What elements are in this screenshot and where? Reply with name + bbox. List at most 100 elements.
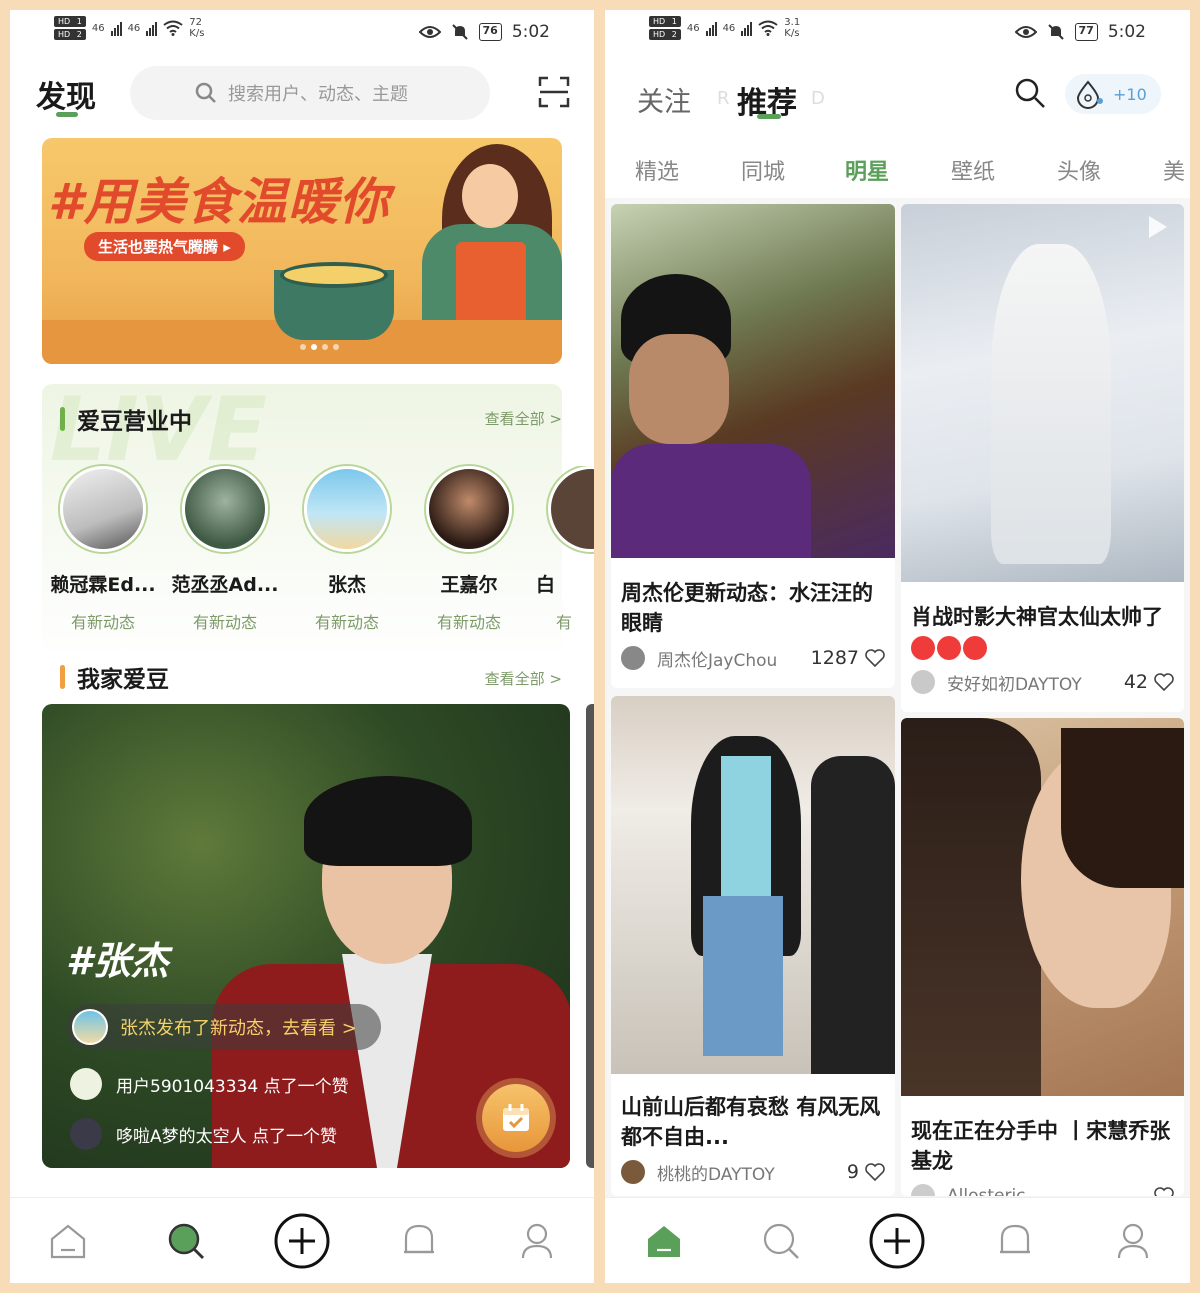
see-all-link[interactable]: 查看全部 > <box>485 408 562 429</box>
search-icon[interactable] <box>1013 76 1047 110</box>
signal-icon <box>705 20 717 36</box>
category-tab[interactable]: 壁纸 <box>951 154 995 186</box>
page-title[interactable]: 发现 <box>36 72 96 116</box>
idol-avatar-item[interactable]: 张杰 有新动态 <box>286 466 408 633</box>
carousel-dots <box>300 344 339 350</box>
illustration-soup <box>280 262 388 288</box>
card-image <box>901 204 1184 582</box>
avatar <box>304 466 390 552</box>
heart-icon[interactable] <box>865 649 885 667</box>
image-man <box>901 718 1041 1096</box>
tab-follow[interactable]: 关注 <box>637 80 691 119</box>
mute-bell-icon <box>1047 24 1064 40</box>
avatar <box>182 466 268 552</box>
heart-icon[interactable] <box>865 1163 885 1181</box>
home-icon <box>50 1224 86 1259</box>
scan-icon[interactable] <box>538 76 570 108</box>
category-tab[interactable]: 同城 <box>741 154 785 186</box>
photo-hair <box>304 776 472 866</box>
network-type-1: 46 <box>91 22 105 34</box>
idol-avatar-item[interactable]: 王嘉尔 有新动态 <box>408 466 530 633</box>
tab-profile[interactable] <box>1108 1216 1158 1266</box>
hd2-label: HD <box>651 29 668 40</box>
avatar <box>911 1184 935 1196</box>
see-all-link[interactable]: 查看全部 > <box>485 668 562 689</box>
profile-icon <box>1117 1223 1149 1259</box>
idol-avatar-item[interactable]: 白 有 <box>530 466 594 633</box>
tab-publish[interactable] <box>868 1212 926 1270</box>
energy-pill[interactable]: +10 <box>1065 74 1161 114</box>
ghost-letter: D <box>811 88 827 109</box>
section-marker <box>60 407 65 431</box>
hd2-num: 2 <box>669 29 679 40</box>
notification-icon <box>1000 1224 1030 1254</box>
tab-discover[interactable] <box>756 1216 806 1266</box>
news-pill[interactable]: 张杰发布了新动态，去看看 > <box>66 1004 381 1050</box>
idol-name: 张杰 <box>327 574 366 596</box>
sim-badges: HD 1 HD 2 <box>54 16 86 40</box>
category-tab-active[interactable]: 明星 <box>845 154 889 186</box>
section-title-my-idol: 我家爱豆 <box>60 660 169 694</box>
card-title: 山前山后都有哀愁 有风无风都不自由... <box>621 1095 881 1149</box>
tab-discover[interactable] <box>161 1216 211 1266</box>
hd2-num: 2 <box>74 29 84 40</box>
news-text: 张杰发布了新动态，去看看 > <box>120 1018 357 1039</box>
battery-indicator: 76 <box>478 23 502 41</box>
idol-status: 有新动态 <box>192 613 257 632</box>
idol-name: 王嘉尔 <box>440 574 498 596</box>
tab-notifications[interactable] <box>990 1216 1040 1266</box>
bottom-tab-bar <box>10 1197 594 1283</box>
idol-avatar-item[interactable]: 赖冠霖Ed... 有新动态 <box>42 466 164 633</box>
heart-icon[interactable] <box>1154 673 1174 691</box>
network-speed: 3.1 K/s <box>784 17 800 39</box>
speed-unit: K/s <box>189 28 205 39</box>
hd1-num: 1 <box>669 16 679 27</box>
hd2-badge: HD 2 <box>54 29 86 40</box>
hd1-badge: HD 1 <box>54 16 86 27</box>
feed-card[interactable]: 肖战时影大神官太仙太帅了 安好如初DAYTOY 42 <box>901 204 1184 712</box>
hd2-badge: HD 2 <box>649 29 681 40</box>
checkin-button[interactable] <box>482 1084 550 1152</box>
banner-subtitle[interactable]: 生活也要热气腾腾 ▸ <box>84 232 245 261</box>
category-tab[interactable]: 美 <box>1163 154 1185 186</box>
section-marker <box>60 665 65 689</box>
tab-notifications[interactable] <box>394 1216 444 1266</box>
illustration-apron <box>456 242 526 332</box>
heart-eyes-icon <box>911 636 935 660</box>
profile-icon <box>521 1223 553 1259</box>
tab-home[interactable] <box>639 1216 689 1266</box>
play-icon[interactable] <box>1146 214 1170 240</box>
tab-publish[interactable] <box>273 1212 331 1270</box>
heart-icon[interactable] <box>1154 1187 1174 1196</box>
like-activity: 哆啦A梦的太空人 点了一个赞 <box>70 1116 337 1152</box>
promo-banner[interactable]: #用美食温暖你 生活也要热气腾腾 ▸ <box>42 138 562 364</box>
card-image <box>611 696 895 1074</box>
search-input[interactable]: 搜索用户、动态、主题 <box>130 66 490 120</box>
category-tabs: 精选 同城 明星 壁纸 头像 美 <box>605 154 1190 194</box>
idol-avatar-item[interactable]: 范丞丞Ad... 有新动态 <box>164 466 286 633</box>
category-tab[interactable]: 头像 <box>1057 154 1101 186</box>
tab-profile[interactable] <box>512 1216 562 1266</box>
feed-card[interactable]: 周杰伦更新动态：水汪汪的眼睛 周杰伦JayChou 1287 <box>611 204 895 688</box>
card-meta: 安好如初DAYTOY 42 <box>911 668 1174 696</box>
tab-home[interactable] <box>43 1216 93 1266</box>
author-name: 桃桃的DAYTOY <box>657 1164 775 1185</box>
image-person <box>811 756 895 1074</box>
idol-tag: #张杰 <box>66 939 169 983</box>
bottom-tab-bar <box>605 1197 1190 1283</box>
my-idol-card[interactable]: #张杰 张杰发布了新动态，去看看 > 用户5901043334 点了一个赞 哆啦… <box>42 704 570 1168</box>
idol-avatar-list: 赖冠霖Ed... 有新动态 范丞丞Ad... 有新动态 张杰 有新动态 王嘉尔 … <box>10 466 594 646</box>
card-title: 周杰伦更新动态：水汪汪的眼睛 <box>621 581 873 635</box>
feed-card[interactable]: 山前山后都有哀愁 有风无风都不自由... 桃桃的DAYTOY 9 <box>611 696 895 1196</box>
author-name: 安好如初DAYTOY <box>947 674 1082 695</box>
add-icon <box>869 1213 925 1269</box>
avatar <box>621 646 645 670</box>
avatar <box>70 1118 102 1150</box>
category-tab[interactable]: 精选 <box>635 154 679 186</box>
feed-card[interactable]: 现在正在分手中 丨宋慧乔张基龙 Allosteric <box>901 718 1184 1196</box>
signal-icon <box>741 20 753 36</box>
card-title: 肖战时影大神官太仙太帅了 <box>911 602 1172 662</box>
network-speed: 72 K/s <box>189 17 204 39</box>
sim-badges: HD 1 HD 2 <box>649 16 681 40</box>
card-image <box>611 204 895 558</box>
